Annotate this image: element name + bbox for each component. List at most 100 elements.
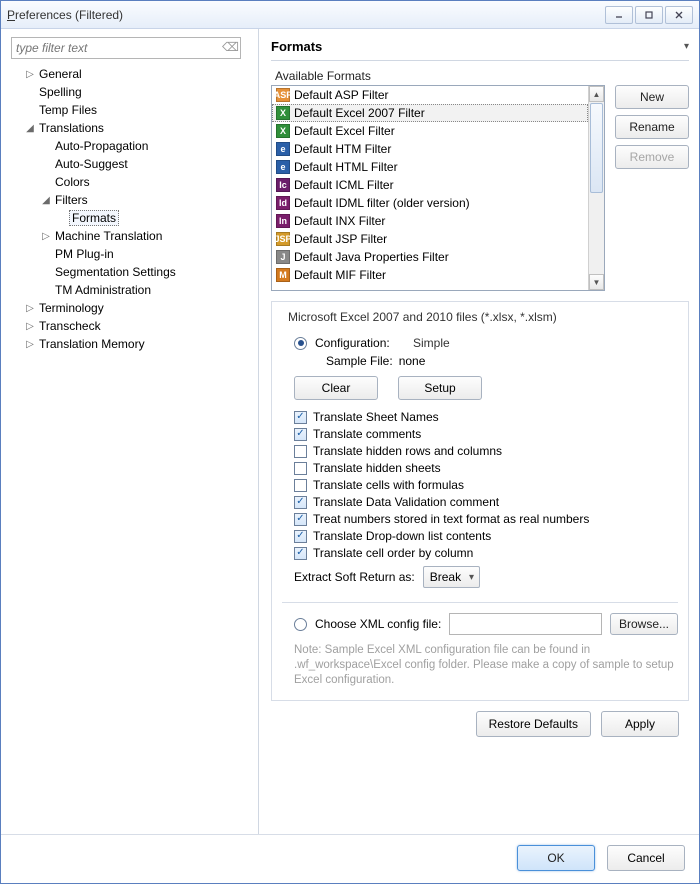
formats-listbox[interactable]: ASP Default ASP Filter X Default Excel 2007…: [271, 85, 605, 291]
choose-xml-radio[interactable]: [294, 618, 307, 631]
setup-button[interactable]: Setup: [398, 376, 482, 400]
tree-node[interactable]: ▷Machine Translation: [11, 227, 252, 245]
format-list-item[interactable]: X Default Excel 2007 Filter: [272, 104, 588, 122]
rename-button[interactable]: Rename: [615, 115, 689, 139]
maximize-button[interactable]: [635, 6, 663, 24]
tree-twisty-icon[interactable]: ◢: [39, 195, 53, 206]
minimize-button[interactable]: [605, 6, 633, 24]
format-item-label: Default ICML Filter: [294, 178, 394, 192]
format-item-label: Default Excel 2007 Filter: [294, 106, 425, 120]
tree-node-label: Filters: [53, 193, 90, 207]
tree-node[interactable]: ▷TM Administration: [11, 281, 252, 299]
tree-node-label: Formats: [69, 210, 119, 226]
configuration-radio[interactable]: [294, 337, 307, 350]
format-list-item[interactable]: InDefault INX Filter: [272, 212, 588, 230]
option-checkbox-label: Translate Drop-down list contents: [313, 529, 491, 543]
option-checkbox[interactable]: [294, 513, 307, 526]
option-checkbox-row: Translate hidden rows and columns: [294, 444, 678, 458]
tree-node[interactable]: ▷Auto-Suggest: [11, 155, 252, 173]
tree-twisty-icon[interactable]: ◢: [23, 123, 37, 134]
format-list-item[interactable]: IdDefault IDML filter (older version): [272, 194, 588, 212]
tree-node[interactable]: ▷Auto-Propagation: [11, 137, 252, 155]
close-button[interactable]: [665, 6, 693, 24]
tree-node[interactable]: ▷Formats: [11, 209, 252, 227]
format-item-label: Default MIF Filter: [294, 268, 386, 282]
tree-node[interactable]: ▷Segmentation Settings: [11, 263, 252, 281]
option-checkbox[interactable]: [294, 496, 307, 509]
tree-node-label: Segmentation Settings: [53, 265, 178, 279]
clear-button[interactable]: Clear: [294, 376, 378, 400]
format-list-item[interactable]: XDefault Excel Filter: [272, 122, 588, 140]
option-checkbox[interactable]: [294, 428, 307, 441]
config-note: Note: Sample Excel XML configuration fil…: [294, 643, 678, 688]
tree-node-label: TM Administration: [53, 283, 153, 297]
tree-node[interactable]: ▷Terminology: [11, 299, 252, 317]
clear-filter-icon[interactable]: ⌫: [222, 40, 238, 56]
tree-node[interactable]: ▷PM Plug-in: [11, 245, 252, 263]
section-title: Formats: [271, 39, 684, 54]
titlebar[interactable]: Preferences (Filtered): [1, 1, 699, 29]
file-type-icon: ASP: [276, 88, 290, 102]
option-checkbox[interactable]: [294, 462, 307, 475]
xml-config-path-input[interactable]: [449, 613, 602, 635]
browse-button[interactable]: Browse...: [610, 613, 678, 635]
format-list-item[interactable]: ASP Default ASP Filter: [272, 86, 588, 104]
new-button[interactable]: New: [615, 85, 689, 109]
extract-soft-return-select[interactable]: Break: [423, 566, 480, 588]
apply-button[interactable]: Apply: [601, 711, 679, 737]
tree-twisty-icon[interactable]: ▷: [23, 321, 37, 332]
file-type-icon: e: [276, 142, 290, 156]
tree-twisty-icon[interactable]: ▷: [39, 231, 53, 242]
scrollbar-vertical[interactable]: ▲ ▼: [588, 86, 604, 290]
option-checkbox[interactable]: [294, 445, 307, 458]
ok-button[interactable]: OK: [517, 845, 595, 871]
section-menu-icon[interactable]: ▾: [684, 41, 689, 52]
sample-file-value: none: [399, 354, 426, 368]
option-checkbox[interactable]: [294, 411, 307, 424]
cancel-button[interactable]: Cancel: [607, 845, 685, 871]
file-type-icon: X: [276, 106, 290, 120]
format-list-item[interactable]: IcDefault ICML Filter: [272, 176, 588, 194]
tree-node[interactable]: ▷Transcheck: [11, 317, 252, 335]
option-checkbox[interactable]: [294, 547, 307, 560]
restore-defaults-button[interactable]: Restore Defaults: [476, 711, 591, 737]
tree-node-label: Terminology: [37, 301, 106, 315]
option-checkbox-label: Translate hidden sheets: [313, 461, 441, 475]
tree-node-label: Transcheck: [37, 319, 103, 333]
option-checkbox-row: Translate Data Validation comment: [294, 495, 678, 509]
format-list-item[interactable]: JDefault Java Properties Filter: [272, 248, 588, 266]
option-checkbox-label: Translate cells with formulas: [313, 478, 464, 492]
tree-twisty-icon[interactable]: ▷: [23, 303, 37, 314]
tree-node-label: Auto-Propagation: [53, 139, 150, 153]
option-checkbox-label: Translate Sheet Names: [313, 410, 439, 424]
tree-node[interactable]: ▷General: [11, 65, 252, 83]
option-checkbox-label: Translate hidden rows and columns: [313, 444, 502, 458]
format-item-label: Default INX Filter: [294, 214, 385, 228]
filter-text-input[interactable]: [11, 37, 241, 59]
tree-node[interactable]: ▷Spelling: [11, 83, 252, 101]
scroll-up-button[interactable]: ▲: [589, 86, 604, 102]
tree-twisty-icon[interactable]: ▷: [23, 339, 37, 350]
format-list-item[interactable]: JSPDefault JSP Filter: [272, 230, 588, 248]
tree-node[interactable]: ◢Filters: [11, 191, 252, 209]
tree-node[interactable]: ▷Translation Memory: [11, 335, 252, 353]
format-item-label: Default ASP Filter: [294, 88, 389, 102]
option-checkbox[interactable]: [294, 479, 307, 492]
format-item-label: Default Excel Filter: [294, 124, 395, 138]
tree-node[interactable]: ◢Translations: [11, 119, 252, 137]
format-list-item[interactable]: eDefault HTM Filter: [272, 140, 588, 158]
tree-node-label: General: [37, 67, 84, 81]
scroll-thumb[interactable]: [590, 103, 603, 193]
option-checkbox[interactable]: [294, 530, 307, 543]
scroll-down-button[interactable]: ▼: [589, 274, 604, 290]
preferences-tree[interactable]: ▷General▷Spelling▷Temp Files◢Translation…: [11, 65, 252, 828]
format-list-item[interactable]: MDefault MIF Filter: [272, 266, 588, 284]
format-list-item[interactable]: eDefault HTML Filter: [272, 158, 588, 176]
tree-node[interactable]: ▷Temp Files: [11, 101, 252, 119]
tree-twisty-icon[interactable]: ▷: [23, 69, 37, 80]
tree-node[interactable]: ▷Colors: [11, 173, 252, 191]
details-title: Microsoft Excel 2007 and 2010 files (*.x…: [284, 310, 561, 324]
option-checkbox-row: Translate cells with formulas: [294, 478, 678, 492]
format-item-label: Default HTML Filter: [294, 160, 398, 174]
format-item-label: Default Java Properties Filter: [294, 250, 449, 264]
